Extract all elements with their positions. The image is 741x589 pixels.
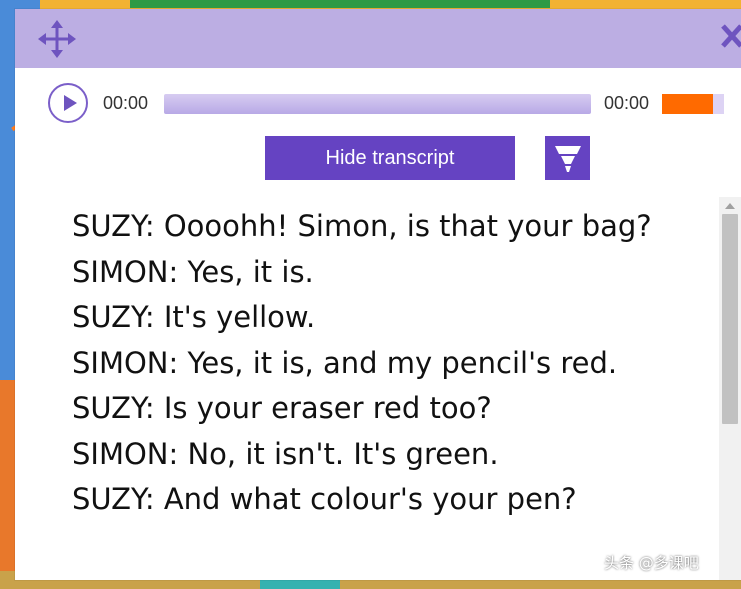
volume-level-fill: [662, 94, 713, 114]
play-icon: [64, 95, 77, 111]
highlighter-button[interactable]: [545, 136, 590, 180]
transcript-line: SIMON: No, it isn't. It's green.: [72, 436, 499, 471]
highlighter-icon: [554, 146, 581, 172]
audio-transcript-popup: 00:00 00:00 Hide transcript SUZY: Oooohh…: [15, 9, 741, 580]
transcript-line: SIMON: Yes, it is, and my pencil's red.: [72, 345, 618, 380]
scroll-up-arrow-icon[interactable]: [725, 203, 735, 209]
current-time: 00:00: [103, 93, 149, 113]
scroll-thumb[interactable]: [722, 214, 738, 424]
background-green-area: [130, 0, 550, 8]
watermark-text: 头条 @多课吧: [604, 554, 699, 572]
transcript-scrollbar[interactable]: [719, 197, 741, 580]
total-time: 00:00: [604, 93, 650, 113]
transcript-line: SUZY: It's yellow.: [72, 300, 316, 334]
audio-progress-bar[interactable]: [164, 94, 591, 114]
transcript-line: SIMON: Yes, it is.: [72, 254, 314, 289]
move-arrows-icon[interactable]: [37, 19, 77, 59]
hide-transcript-button[interactable]: Hide transcript: [265, 136, 515, 180]
transcript-text: SUZY: Oooohh! Simon, is that your bag? SI…: [72, 204, 692, 523]
volume-slider[interactable]: [662, 94, 724, 114]
audio-player: 00:00 00:00: [15, 83, 741, 131]
play-button[interactable]: [48, 83, 88, 123]
popup-header[interactable]: [15, 9, 741, 68]
close-x-icon[interactable]: [719, 20, 741, 50]
transcript-line: SUZY: Oooohh! Simon, is that your bag?: [72, 209, 652, 243]
transcript-line: SUZY: And what colour's your pen?: [72, 482, 577, 516]
transcript-line: SUZY: Is your eraser red too?: [72, 391, 492, 425]
transcript-panel: SUZY: Oooohh! Simon, is that your bag? SI…: [15, 197, 719, 580]
